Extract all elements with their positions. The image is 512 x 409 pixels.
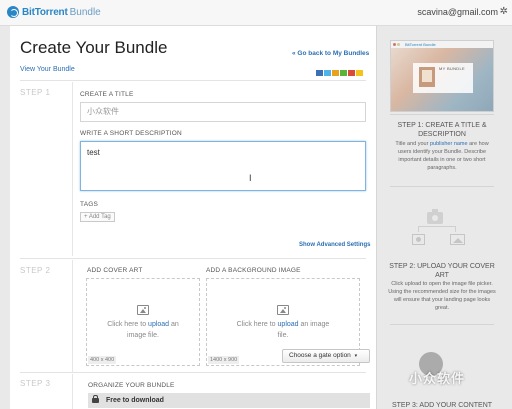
add-tag-button[interactable]: + Add Tag [80, 212, 115, 222]
lock-icon [92, 395, 99, 403]
preview-cover-inner [422, 70, 432, 82]
top-bar: BitTorrent Bundle scavina@gmail.com ✲ [0, 0, 512, 26]
bittorrent-bundle-logo[interactable]: BitTorrent Bundle [7, 6, 101, 18]
step-2-label: STEP 2 [20, 266, 51, 275]
image-icon [137, 305, 149, 315]
sidebar-divider [376, 26, 377, 409]
divider [20, 258, 366, 259]
divider [20, 80, 366, 81]
sidebar-step-2-title: STEP 2: UPLOAD YOUR COVER ART [389, 263, 495, 279]
sidebar-step-2-text: Click upload to open the image file pick… [388, 281, 496, 311]
divider [20, 372, 366, 373]
step-3-label: STEP 3 [20, 379, 51, 388]
watermark: 小众软件 [409, 350, 501, 390]
page-title: Create Your Bundle [20, 38, 168, 57]
cover-size-badge: 400 x 400 [88, 356, 117, 364]
share-icon[interactable] [316, 70, 323, 76]
sidebar-divider-line [390, 186, 494, 187]
image-icon [277, 305, 289, 315]
cover-art-upload[interactable]: Click here to upload an image file. 400 … [86, 278, 200, 366]
gear-icon[interactable]: ✲ [500, 6, 508, 17]
sidebar-text-part: Title and your [395, 141, 430, 147]
title-input[interactable]: 小众软件 [80, 102, 366, 122]
share-icon[interactable] [356, 70, 363, 76]
bundle-form-panel: Create Your Bundle View Your Bundle « Go… [10, 26, 376, 409]
step-divider-line [72, 374, 73, 409]
title-label: CREATE A TITLE [80, 91, 134, 98]
cover-art-label: ADD COVER ART [87, 267, 143, 274]
share-icon[interactable] [340, 70, 347, 76]
gate-option-label: Choose a gate option [289, 352, 351, 359]
view-bundle-link[interactable]: View Your Bundle [20, 66, 75, 73]
share-icon[interactable] [332, 70, 339, 76]
background-size-badge: 1400 x 900 [208, 356, 240, 364]
logo-text: BitTorrent [22, 6, 68, 18]
preview-dot [397, 43, 400, 46]
logo-subtext: Bundle [69, 6, 101, 18]
free-to-download-label: Free to download [105, 397, 164, 404]
connector-line [418, 226, 456, 232]
step-divider-line [72, 82, 73, 256]
description-value: test [87, 148, 100, 157]
share-icons [316, 70, 363, 76]
sidebar-step-1-title: STEP 1: CREATE A TITLE & DESCRIPTION [397, 122, 487, 138]
sidebar-divider-line [390, 114, 494, 115]
chevron-down-icon: ▾ [354, 353, 358, 359]
tags-label: TAGS [80, 201, 99, 208]
cover-upload-link[interactable]: upload [148, 321, 169, 328]
back-to-bundles-link[interactable]: « Go back to My Bundles [292, 50, 369, 57]
background-upload-text: Click here to upload an image file. [207, 319, 359, 341]
background-upload-link[interactable]: upload [278, 321, 299, 328]
sidebar-step-3-title: STEP 3: ADD YOUR CONTENT [391, 402, 493, 409]
portrait-image-icon [412, 234, 425, 245]
sidebar-divider-line [390, 324, 494, 325]
publisher-name-link[interactable]: publisher name [430, 141, 468, 147]
bundle-preview-thumbnail: BitTorrent Bundle MY BUNDLE [390, 40, 494, 112]
bittorrent-logo-icon [7, 6, 19, 18]
landscape-image-icon [450, 234, 465, 245]
description-label: WRITE A SHORT DESCRIPTION [80, 130, 182, 137]
gate-option-dropdown[interactable]: Choose a gate option ▾ [282, 349, 370, 363]
upload-text-before: Click here to [236, 321, 278, 328]
sidebar-step-1-text: Title and your publisher name are how us… [388, 140, 496, 172]
show-advanced-settings-link[interactable]: Show Advanced Settings [299, 242, 370, 248]
share-icon[interactable] [348, 70, 355, 76]
step-divider-line [72, 260, 73, 372]
user-email-menu[interactable]: scavina@gmail.com [417, 7, 498, 17]
background-image-label: ADD A BACKGROUND IMAGE [206, 267, 301, 274]
free-to-download-row[interactable]: Free to download [88, 393, 370, 408]
preview-dot [393, 43, 396, 46]
text-cursor-icon: I [249, 173, 252, 183]
preview-logo: BitTorrent Bundle [405, 42, 436, 47]
upload-text-before: Click here to [107, 321, 149, 328]
camera-icon [427, 209, 443, 224]
watermark-text: 小众软件 [409, 371, 466, 386]
cover-upload-text: Click here to upload an image file. [87, 319, 199, 341]
step-1-label: STEP 1 [20, 88, 51, 97]
description-textarea[interactable]: test [80, 141, 366, 191]
preview-card-text: MY BUNDLE [439, 66, 465, 71]
share-icon[interactable] [324, 70, 331, 76]
organize-bundle-label: ORGANIZE YOUR BUNDLE [88, 382, 175, 389]
